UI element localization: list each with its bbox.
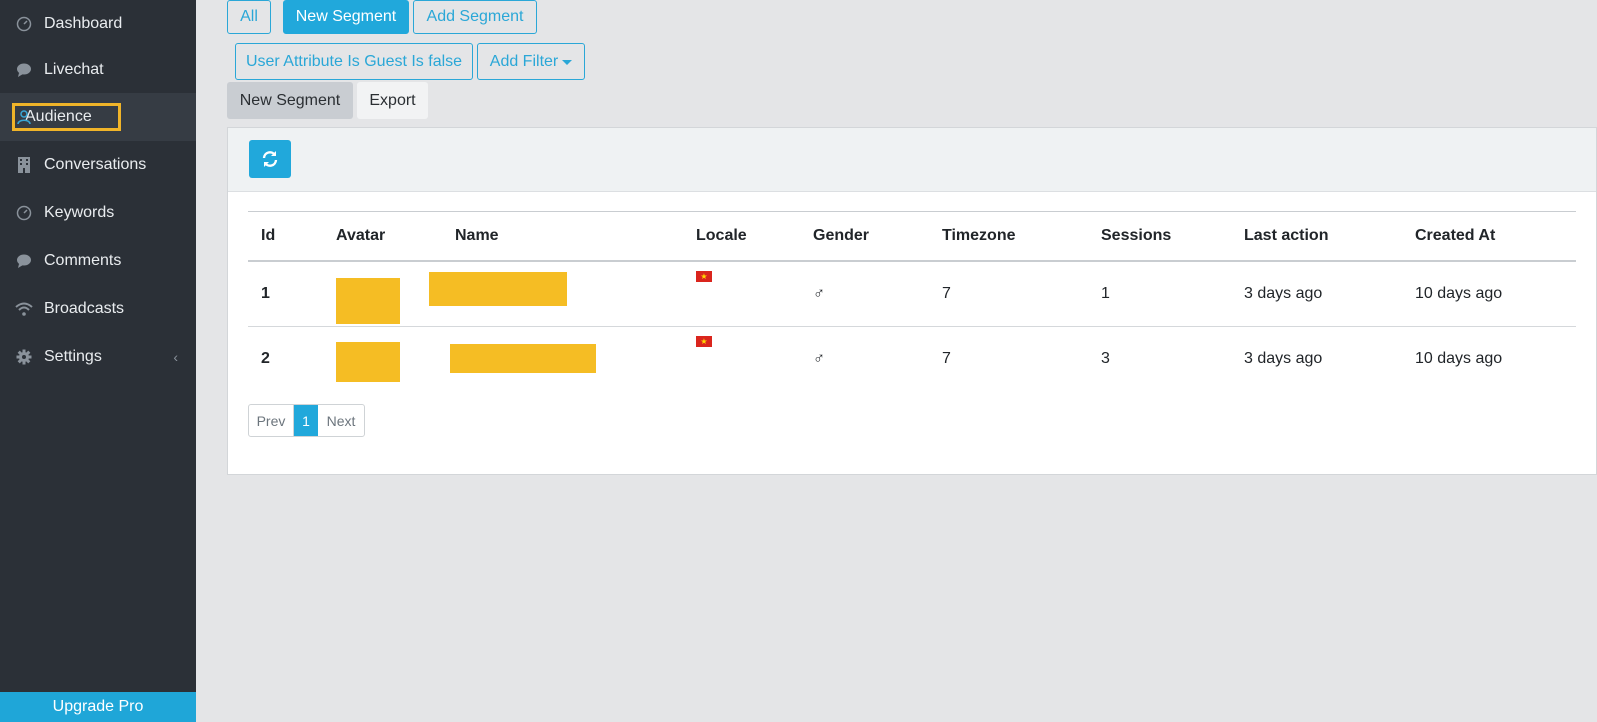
sidebar-item-label: Dashboard <box>44 15 123 32</box>
cell-sessions: 1 <box>1101 285 1110 302</box>
cell-timezone: 7 <box>942 285 951 302</box>
sidebar: Dashboard Livechat Audience Conversation… <box>0 0 196 722</box>
column-header-avatar[interactable]: Avatar <box>323 212 442 262</box>
caret-down-icon <box>562 60 573 65</box>
cell-id: 2 <box>261 350 270 367</box>
column-header-locale[interactable]: Locale <box>683 212 800 262</box>
cell-name <box>429 261 683 327</box>
cell-gender: ♂ <box>813 285 825 302</box>
column-header-id[interactable]: Id <box>248 212 323 262</box>
cell-last-action: 3 days ago <box>1244 350 1323 367</box>
refresh-button[interactable] <box>249 140 291 178</box>
column-header-name[interactable]: Name <box>442 212 683 262</box>
sidebar-item-label: Livechat <box>44 61 104 78</box>
sidebar-item-label: Conversations <box>44 156 147 173</box>
cell-locale: ★ <box>683 327 800 392</box>
card-header <box>228 128 1596 192</box>
wifi-icon <box>14 299 34 319</box>
chevron-left-icon: ‹ <box>173 349 178 365</box>
table-header-row: Id Avatar Name Locale Gender Timezone Se… <box>248 211 1576 262</box>
pagination-next[interactable]: Next <box>318 405 364 436</box>
cell-avatar <box>323 327 442 392</box>
active-filter-button[interactable]: User Attribute Is Guest Is false <box>235 43 473 80</box>
refresh-icon <box>262 151 278 167</box>
cell-id: 1 <box>261 285 270 302</box>
column-header-sessions[interactable]: Sessions <box>1088 212 1231 262</box>
vietnam-flag-icon: ★ <box>696 271 712 282</box>
building-icon <box>14 155 34 175</box>
add-filter-label: Add Filter <box>489 52 559 70</box>
cell-gender: ♂ <box>813 350 825 367</box>
sidebar-item-comments[interactable]: Comments <box>0 237 196 285</box>
column-header-timezone[interactable]: Timezone <box>929 212 1088 262</box>
pagination-page-current[interactable]: 1 <box>294 405 318 436</box>
cell-sessions: 3 <box>1101 350 1110 367</box>
table-row[interactable]: 1 ★ ♂ 7 1 3 days ago 10 days ago <box>248 261 1576 327</box>
audience-card: Id Avatar Name Locale Gender Timezone Se… <box>227 127 1597 475</box>
chat-bubble-icon <box>14 60 34 80</box>
cell-timezone: 7 <box>942 350 951 367</box>
new-segment-button[interactable]: New Segment <box>227 82 353 119</box>
sidebar-item-audience[interactable]: Audience <box>0 93 196 141</box>
segment-all-button[interactable]: All <box>227 0 271 34</box>
column-header-last-action[interactable]: Last action <box>1231 212 1402 262</box>
sidebar-item-livechat[interactable]: Livechat <box>0 46 196 94</box>
sidebar-item-conversations[interactable]: Conversations <box>0 141 196 189</box>
sidebar-item-label: Settings <box>44 348 102 365</box>
pagination-prev[interactable]: Prev <box>249 405 294 436</box>
chat-bubble-icon <box>14 251 34 271</box>
sidebar-item-label: Broadcasts <box>44 300 125 317</box>
sidebar-item-label: Keywords <box>44 204 115 221</box>
add-filter-dropdown[interactable]: Add Filter <box>477 43 585 80</box>
speedometer-icon <box>14 203 34 223</box>
column-header-gender[interactable]: Gender <box>800 212 929 262</box>
gear-icon <box>14 347 34 367</box>
vietnam-flag-icon: ★ <box>696 336 712 347</box>
name-redacted <box>429 272 567 306</box>
avatar-redacted <box>336 278 400 324</box>
speedometer-icon <box>14 14 34 34</box>
pagination: Prev 1 Next <box>248 404 365 437</box>
cell-created-at: 10 days ago <box>1415 350 1503 367</box>
sidebar-item-keywords[interactable]: Keywords <box>0 189 196 237</box>
cell-name <box>442 327 683 392</box>
column-header-created-at[interactable]: Created At <box>1402 212 1576 262</box>
cell-last-action: 3 days ago <box>1244 285 1323 302</box>
cell-created-at: 10 days ago <box>1415 285 1503 302</box>
sidebar-item-dashboard[interactable]: Dashboard <box>0 0 196 48</box>
upgrade-pro-button[interactable]: Upgrade Pro <box>0 692 196 722</box>
sidebar-item-settings[interactable]: Settings ‹ <box>0 333 196 381</box>
table-row[interactable]: 2 ★ ♂ 7 3 3 days ago 10 days ago <box>248 326 1576 392</box>
cell-avatar <box>323 261 442 327</box>
sidebar-item-broadcasts[interactable]: Broadcasts <box>0 285 196 333</box>
export-button[interactable]: Export <box>357 82 428 119</box>
add-segment-button[interactable]: Add Segment <box>413 0 537 34</box>
audience-table: Id Avatar Name Locale Gender Timezone Se… <box>248 211 1576 391</box>
name-redacted <box>450 343 596 373</box>
segment-new-segment-button[interactable]: New Segment <box>283 0 409 34</box>
cell-locale: ★ <box>683 261 800 327</box>
sidebar-item-label: Comments <box>44 252 122 269</box>
user-icon <box>14 107 34 127</box>
avatar-redacted <box>336 342 400 382</box>
